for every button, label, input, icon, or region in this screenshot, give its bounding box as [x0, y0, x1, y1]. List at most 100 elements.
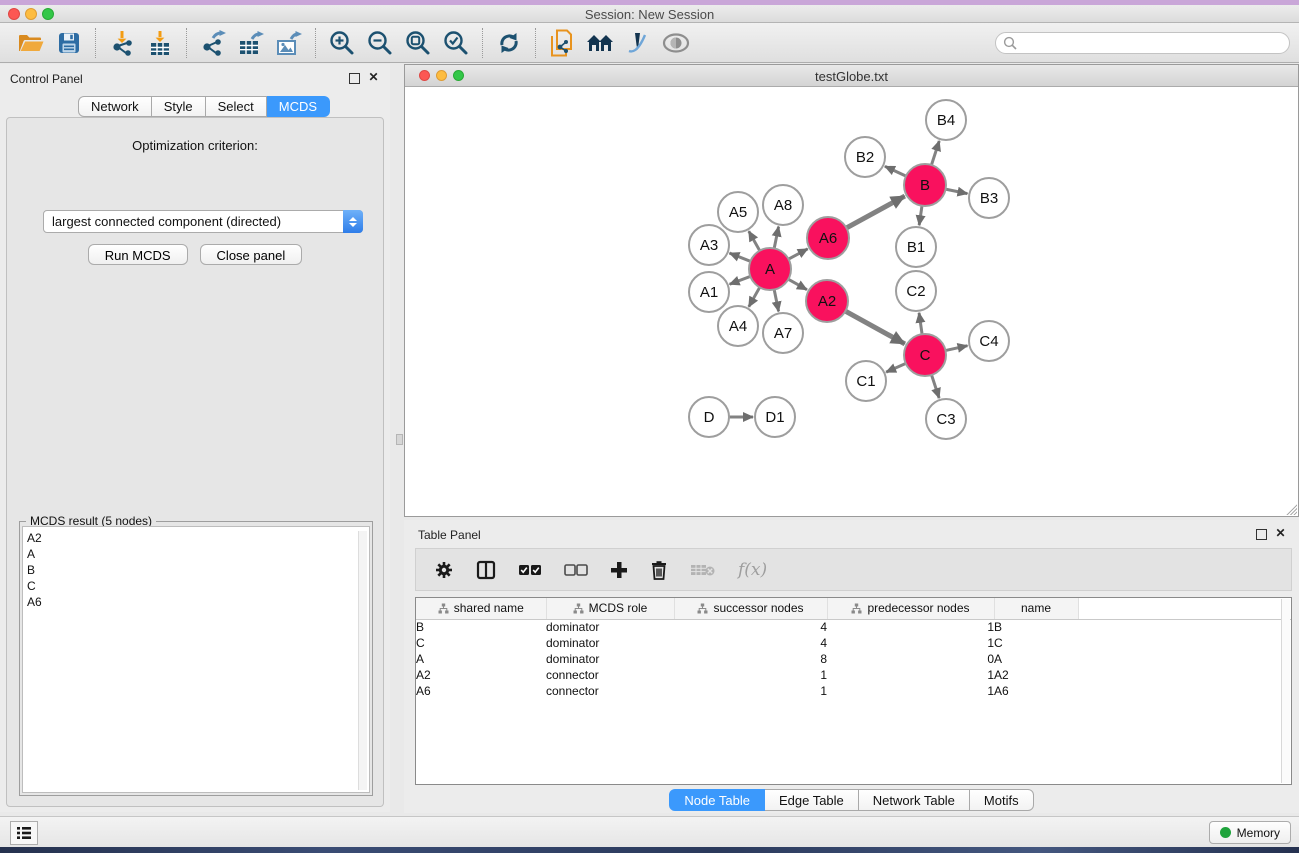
graph-node-A3[interactable]: A3 — [689, 225, 729, 265]
tab-motifs[interactable]: Motifs — [970, 789, 1034, 811]
close-table-panel-button[interactable]: ✕ — [1274, 527, 1287, 540]
graph-node-A[interactable]: A — [749, 248, 791, 290]
graph-node-B2[interactable]: B2 — [845, 137, 885, 177]
column-header[interactable]: MCDS role — [546, 598, 674, 619]
memory-button[interactable]: Memory — [1209, 821, 1291, 844]
mcds-result-scrollbar[interactable] — [358, 531, 367, 790]
table-row[interactable]: Cdominator41C — [416, 635, 1291, 651]
table-row[interactable]: Adominator80A — [416, 651, 1291, 667]
table-cell[interactable]: 1 — [827, 667, 994, 683]
table-cell[interactable]: 1 — [674, 667, 827, 683]
open-file-button[interactable] — [12, 26, 50, 60]
graph-node-D1[interactable]: D1 — [755, 397, 795, 437]
vertical-split-handle[interactable] — [396, 434, 403, 445]
table-cell[interactable]: C — [994, 635, 1078, 651]
table-cell[interactable]: 1 — [674, 683, 827, 699]
table-cell[interactable]: 8 — [674, 651, 827, 667]
export-table-button[interactable] — [232, 26, 270, 60]
graph-node-A6[interactable]: A6 — [807, 217, 849, 259]
table-cell[interactable]: dominator — [546, 651, 674, 667]
column-header[interactable]: shared name — [416, 598, 546, 619]
column-header[interactable]: successor nodes — [674, 598, 827, 619]
save-session-button[interactable] — [50, 26, 88, 60]
table-cell[interactable]: B — [994, 619, 1078, 635]
graph-node-C1[interactable]: C1 — [846, 361, 886, 401]
graph-node-C3[interactable]: C3 — [926, 399, 966, 439]
table-cell[interactable]: 1 — [827, 683, 994, 699]
graph-node-B3[interactable]: B3 — [969, 178, 1009, 218]
import-network-button[interactable] — [103, 26, 141, 60]
table-cell[interactable]: A — [994, 651, 1078, 667]
table-row[interactable]: Bdominator41B — [416, 619, 1291, 635]
tab-node-table[interactable]: Node Table — [669, 789, 765, 811]
add-column-button[interactable] — [610, 561, 628, 579]
optimization-criterion-select[interactable]: largest connected component (directed) — [43, 210, 363, 233]
close-panel-icon-button[interactable]: ✕ — [367, 71, 380, 84]
mcds-result-item[interactable]: A2 — [27, 530, 369, 546]
search-input[interactable] — [1017, 34, 1289, 52]
clone-network-button[interactable] — [543, 26, 581, 60]
column-header[interactable]: name — [994, 598, 1078, 619]
float-panel-button[interactable] — [349, 73, 360, 84]
eye-button[interactable] — [657, 26, 695, 60]
table-cell[interactable]: 1 — [827, 635, 994, 651]
tab-style[interactable]: Style — [152, 96, 206, 117]
column-layout-button[interactable] — [476, 560, 496, 580]
mcds-result-item[interactable]: C — [27, 578, 369, 594]
import-table-button[interactable] — [141, 26, 179, 60]
mcds-result-item[interactable]: B — [27, 562, 369, 578]
table-cell[interactable]: A6 — [994, 683, 1078, 699]
mcds-result-listbox[interactable]: A2ABCA6 — [22, 526, 370, 793]
home-button[interactable] — [581, 26, 619, 60]
table-cell[interactable]: connector — [546, 667, 674, 683]
column-header[interactable]: predecessor nodes — [827, 598, 994, 619]
float-table-panel-button[interactable] — [1256, 529, 1267, 540]
tab-select[interactable]: Select — [206, 96, 267, 117]
settings-gear-button[interactable] — [434, 560, 454, 580]
hide-selected-button[interactable] — [564, 564, 588, 576]
zoom-fit-button[interactable] — [399, 26, 437, 60]
table-row[interactable]: A2connector11A2 — [416, 667, 1291, 683]
export-image-button[interactable] — [270, 26, 308, 60]
graph-node-B[interactable]: B — [904, 164, 946, 206]
table-cell[interactable]: A2 — [416, 667, 546, 683]
graph-node-C2[interactable]: C2 — [896, 271, 936, 311]
tab-mcds[interactable]: MCDS — [267, 96, 330, 117]
table-row[interactable]: A6connector11A6 — [416, 683, 1291, 699]
export-network-button[interactable] — [194, 26, 232, 60]
table-cell[interactable]: dominator — [546, 635, 674, 651]
graph-node-A4[interactable]: A4 — [718, 306, 758, 346]
zoom-selected-button[interactable] — [437, 26, 475, 60]
clear-table-button[interactable] — [690, 563, 716, 577]
table-cell[interactable]: dominator — [546, 619, 674, 635]
graph-node-A5[interactable]: A5 — [718, 192, 758, 232]
tab-network[interactable]: Network — [78, 96, 152, 117]
tab-edge-table[interactable]: Edge Table — [765, 789, 859, 811]
network-canvas[interactable]: AA1A2A3A4A5A6A7A8BB1B2B3B4CC1C2C3C4DD1 — [405, 87, 1298, 516]
table-cell[interactable]: 4 — [674, 619, 827, 635]
graph-node-C4[interactable]: C4 — [969, 321, 1009, 361]
zoom-out-button[interactable] — [361, 26, 399, 60]
task-history-button[interactable] — [10, 821, 38, 845]
table-cell[interactable]: 1 — [827, 619, 994, 635]
table-cell[interactable]: A6 — [416, 683, 546, 699]
graph-node-A8[interactable]: A8 — [763, 185, 803, 225]
graph-node-A1[interactable]: A1 — [689, 272, 729, 312]
node-table[interactable]: shared nameMCDS rolesuccessor nodesprede… — [415, 597, 1292, 785]
table-cell[interactable]: A — [416, 651, 546, 667]
table-cell[interactable]: C — [416, 635, 546, 651]
graph-node-A7[interactable]: A7 — [763, 313, 803, 353]
function-builder-button[interactable]: f(x) — [738, 560, 767, 580]
table-cell[interactable]: 0 — [827, 651, 994, 667]
table-cell[interactable]: B — [416, 619, 546, 635]
mcds-result-item[interactable]: A — [27, 546, 369, 562]
annotation-toggle-button[interactable] — [619, 26, 657, 60]
resize-grip-icon[interactable] — [1284, 502, 1297, 515]
show-selected-button[interactable] — [518, 564, 542, 576]
graph-node-D[interactable]: D — [689, 397, 729, 437]
close-panel-button[interactable]: Close panel — [200, 244, 303, 265]
tab-network-table[interactable]: Network Table — [859, 789, 970, 811]
table-cell[interactable]: 4 — [674, 635, 827, 651]
delete-column-button[interactable] — [650, 560, 668, 580]
graph-node-A2[interactable]: A2 — [806, 280, 848, 322]
